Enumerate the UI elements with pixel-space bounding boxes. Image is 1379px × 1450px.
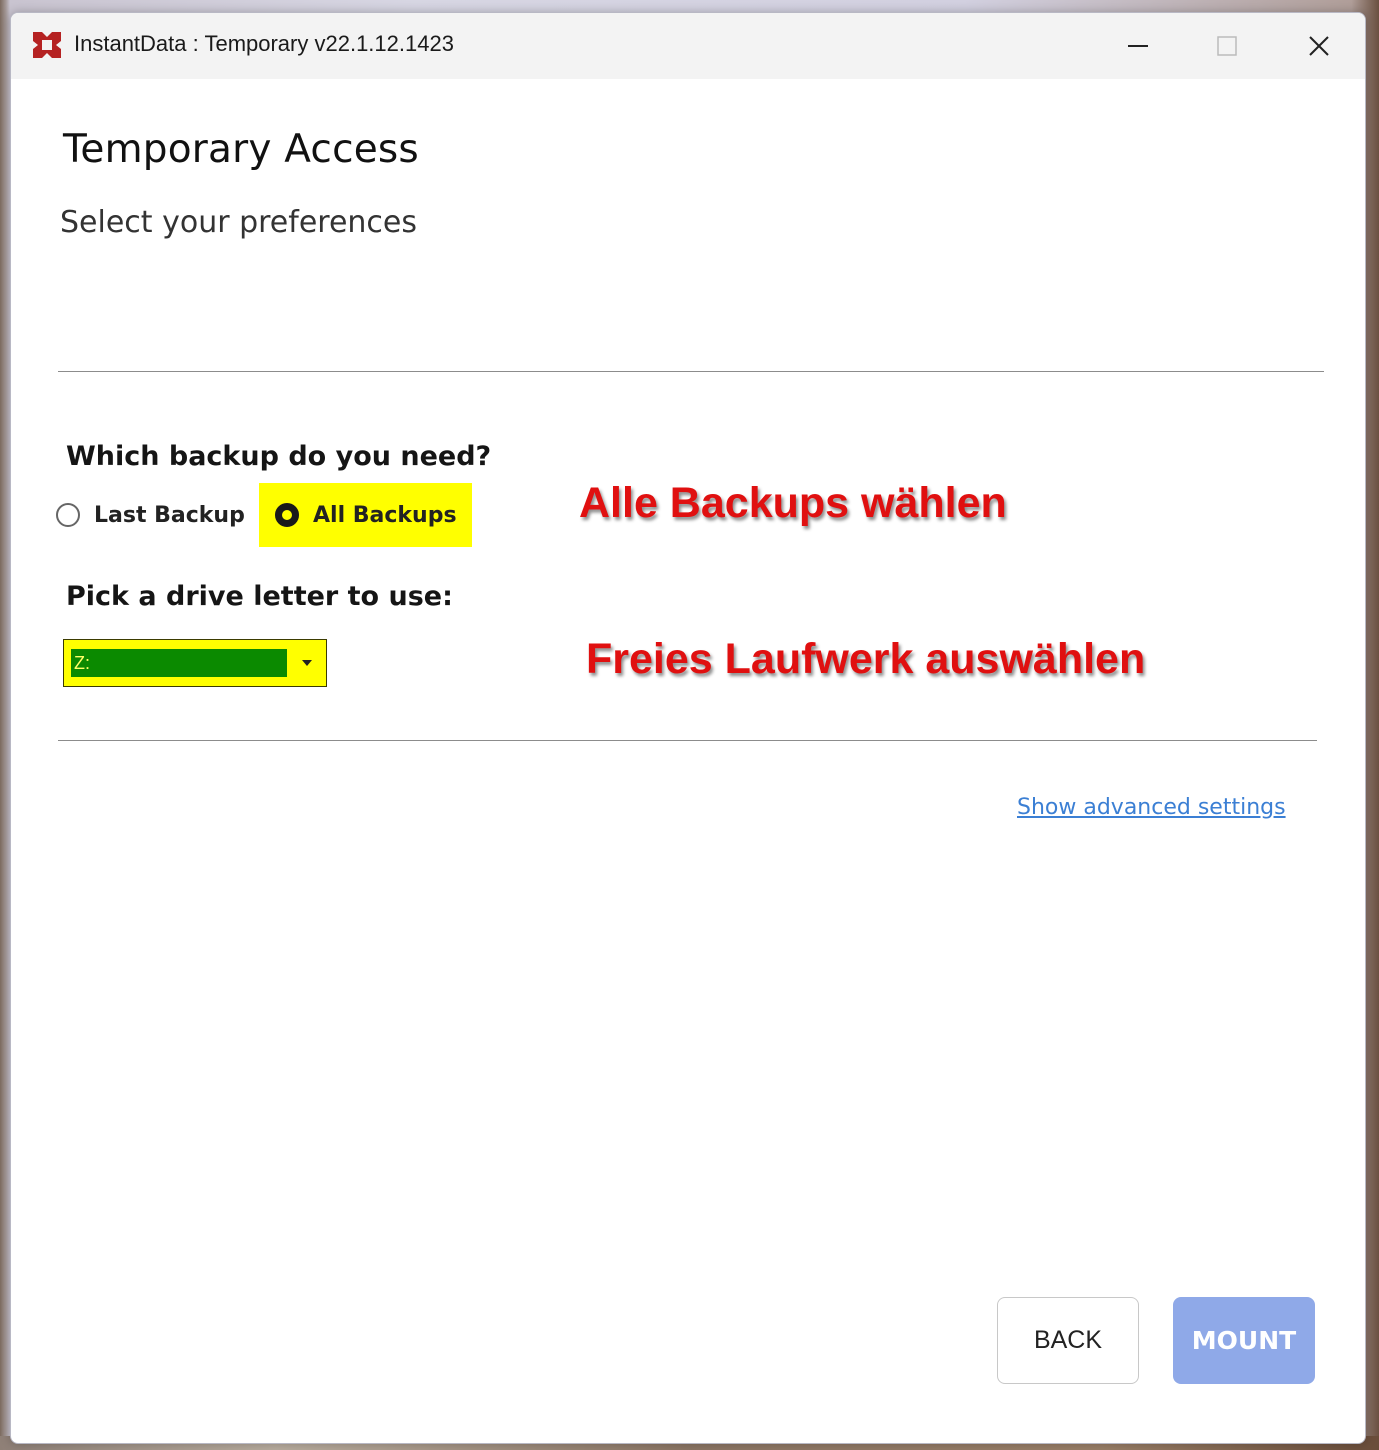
radio-last-backup-label: Last Backup [94,502,245,528]
close-icon [1309,36,1329,56]
window-title: InstantData : Temporary v22.1.12.1423 [74,31,454,56]
radio-unchecked-icon[interactable] [56,503,80,527]
show-advanced-settings-link[interactable]: Show advanced settings [1017,795,1286,820]
divider-bottom [58,740,1317,741]
backup-question-label: Which backup do you need? [66,441,492,472]
maximize-icon [1217,36,1237,56]
annotation-backup-hint: Alle Backups wählen [579,479,1007,527]
back-button[interactable]: BACK [997,1297,1139,1384]
title-bar: InstantData : Temporary v22.1.12.1423 [11,13,1365,79]
radio-last-backup[interactable]: Last Backup [56,483,245,547]
annotation-drive-hint: Freies Laufwerk auswählen [586,635,1146,683]
drive-letter-value: Z: [71,649,287,677]
minimize-button[interactable] [1098,13,1178,79]
radio-all-backups-label: All Backups [313,502,457,528]
maximize-button[interactable] [1187,13,1267,79]
radio-checked-icon[interactable] [275,503,299,527]
radio-all-backups[interactable]: All Backups [259,483,472,547]
close-button[interactable] [1279,13,1359,79]
page-title: Temporary Access [63,127,419,172]
minimize-icon [1128,45,1148,47]
app-window: InstantData : Temporary v22.1.12.1423 Te… [10,12,1366,1444]
chevron-down-icon [302,660,312,666]
page-subtitle: Select your preferences [60,205,417,240]
divider-top [58,371,1324,372]
drive-letter-dropdown[interactable]: Z: [63,639,327,687]
instantdata-logo-icon [31,29,63,61]
drive-question-label: Pick a drive letter to use: [66,581,453,612]
dropdown-toggle[interactable] [291,646,323,680]
mount-button[interactable]: MOUNT [1173,1297,1315,1384]
